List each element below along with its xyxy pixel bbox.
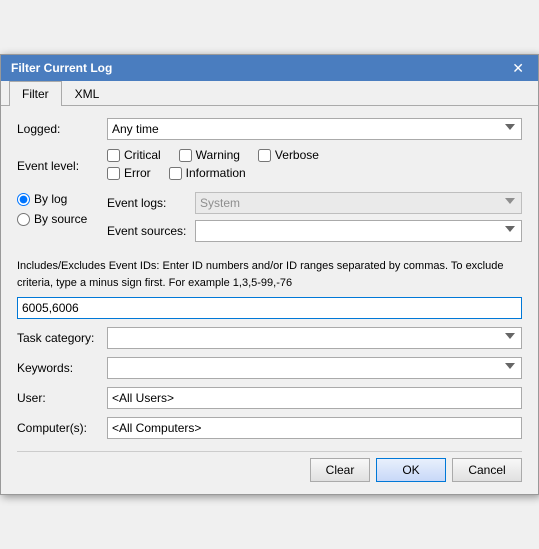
event-logs-field: System <box>195 192 522 214</box>
logged-label: Logged: <box>17 122 107 136</box>
checkbox-error[interactable]: Error <box>107 166 151 180</box>
checkboxes-row-1: Critical Warning Verbose <box>107 148 522 162</box>
radio-by-log[interactable]: By log <box>17 192 99 206</box>
event-sources-row: Event sources: <box>107 220 522 242</box>
filter-dialog: Filter Current Log ✕ Filter XML Logged: … <box>0 54 539 495</box>
cancel-button[interactable]: Cancel <box>452 458 522 482</box>
task-category-select[interactable] <box>107 327 522 349</box>
logged-field: Any time Last hour Last 12 hours Last 24… <box>107 118 522 140</box>
title-bar: Filter Current Log ✕ <box>1 55 538 81</box>
by-log-label: By log <box>34 192 67 206</box>
tab-xml[interactable]: XML <box>62 81 113 106</box>
ok-button[interactable]: OK <box>376 458 446 482</box>
event-level-row: Event level: Critical Warning Verbose <box>17 148 522 184</box>
user-row: User: <box>17 387 522 409</box>
logged-select[interactable]: Any time Last hour Last 12 hours Last 24… <box>107 118 522 140</box>
keywords-label: Keywords: <box>17 361 107 375</box>
verbose-checkbox[interactable] <box>258 149 271 162</box>
radio-group: By log By source <box>17 192 99 232</box>
warning-checkbox[interactable] <box>179 149 192 162</box>
keywords-select[interactable] <box>107 357 522 379</box>
user-label: User: <box>17 391 107 405</box>
information-label: Information <box>186 166 246 180</box>
information-checkbox[interactable] <box>169 167 182 180</box>
tab-filter[interactable]: Filter <box>9 81 62 106</box>
task-category-label: Task category: <box>17 331 107 345</box>
task-category-row: Task category: <box>17 327 522 349</box>
clear-button[interactable]: Clear <box>310 458 370 482</box>
critical-label: Critical <box>124 148 161 162</box>
by-log-radio[interactable] <box>17 193 30 206</box>
tab-bar: Filter XML <box>1 81 538 106</box>
checkbox-verbose[interactable]: Verbose <box>258 148 319 162</box>
button-row: Clear OK Cancel <box>310 458 522 482</box>
warning-label: Warning <box>196 148 240 162</box>
dialog-content: Logged: Any time Last hour Last 12 hours… <box>1 106 538 494</box>
event-id-input[interactable] <box>17 297 522 319</box>
critical-checkbox[interactable] <box>107 149 120 162</box>
event-sources-label: Event sources: <box>107 224 195 238</box>
checkbox-warning[interactable]: Warning <box>179 148 240 162</box>
by-source-radio[interactable] <box>17 213 30 226</box>
user-field <box>107 387 522 409</box>
task-category-field <box>107 327 522 349</box>
checkboxes-row-2: Error Information <box>107 166 522 180</box>
description-text: Includes/Excludes Event IDs: Enter ID nu… <box>17 258 522 291</box>
event-id-row <box>17 297 522 319</box>
computers-field <box>107 417 522 439</box>
event-logs-label: Event logs: <box>107 196 195 210</box>
event-logs-row: Event logs: System <box>107 192 522 214</box>
user-input[interactable] <box>107 387 522 409</box>
verbose-label: Verbose <box>275 148 319 162</box>
event-sources-field <box>195 220 522 242</box>
radio-by-source[interactable]: By source <box>17 212 99 226</box>
checkbox-information[interactable]: Information <box>169 166 246 180</box>
close-button[interactable]: ✕ <box>508 61 528 75</box>
mid-right: Event logs: System Event sources: <box>107 192 522 248</box>
computers-row: Computer(s): <box>17 417 522 439</box>
event-sources-select[interactable] <box>195 220 522 242</box>
dialog-title: Filter Current Log <box>11 61 112 75</box>
event-level-checkboxes: Critical Warning Verbose Error <box>107 148 522 184</box>
logged-row: Logged: Any time Last hour Last 12 hours… <box>17 118 522 140</box>
event-level-label: Event level: <box>17 159 107 173</box>
checkbox-critical[interactable]: Critical <box>107 148 161 162</box>
log-source-section: By log By source Event logs: System <box>17 192 522 248</box>
computers-label: Computer(s): <box>17 421 107 435</box>
by-source-label: By source <box>34 212 87 226</box>
computers-input[interactable] <box>107 417 522 439</box>
keywords-row: Keywords: <box>17 357 522 379</box>
keywords-field <box>107 357 522 379</box>
event-logs-select[interactable]: System <box>195 192 522 214</box>
error-checkbox[interactable] <box>107 167 120 180</box>
error-label: Error <box>124 166 151 180</box>
button-section: Clear OK Cancel <box>17 451 522 482</box>
